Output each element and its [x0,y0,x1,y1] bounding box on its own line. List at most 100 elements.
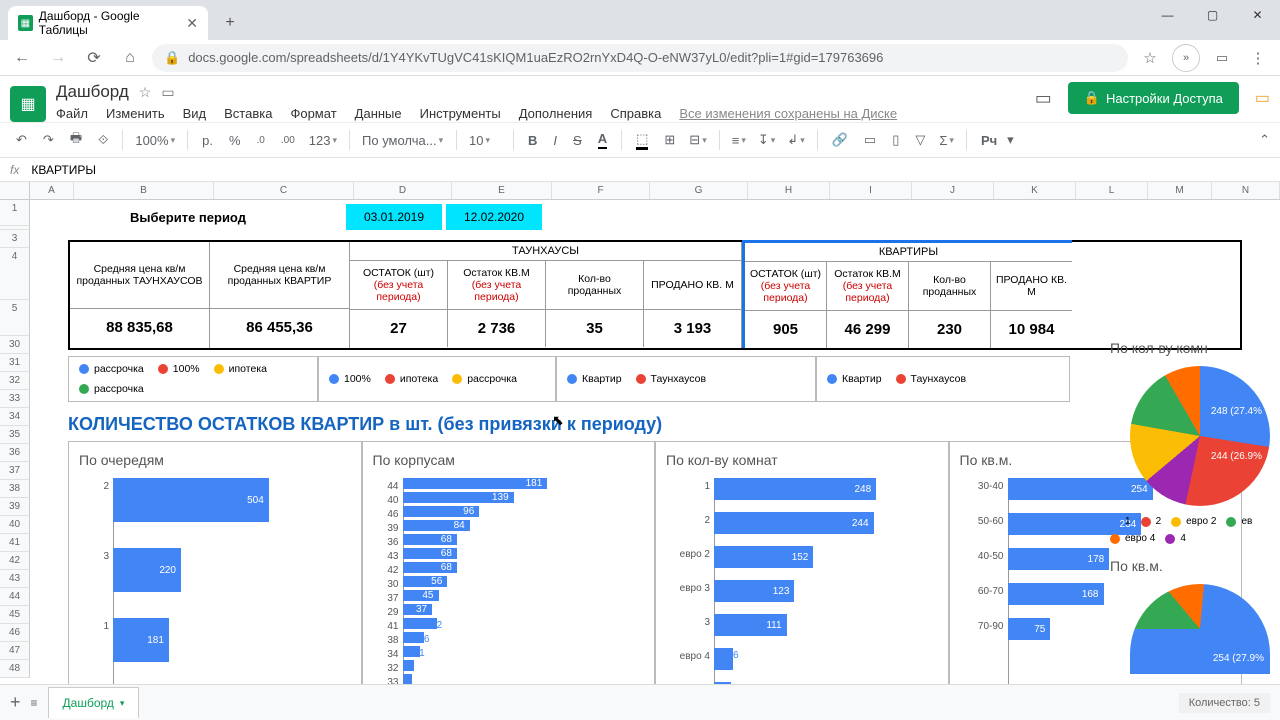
window-minimize[interactable]: — [1145,0,1190,30]
legend-item: ев [1226,516,1252,527]
zoom-select[interactable]: 100%▾ [131,131,179,150]
all-sheets-button[interactable]: ≡ [31,696,38,710]
dec-decimal-button[interactable]: .0 [251,131,271,150]
font-select[interactable]: По умолча...▾ [358,131,448,150]
url-input[interactable]: 🔒 docs.google.com/spreadsheets/d/1Y4YKvT… [152,44,1128,72]
menu-file[interactable]: Файл [56,106,88,121]
legend-item: рассрочка [79,383,144,395]
number-format-select[interactable]: 123▾ [305,131,341,150]
menu-help[interactable]: Справка [610,106,661,121]
comment-button[interactable]: ▭ [858,128,882,152]
home-button[interactable]: ⌂ [116,44,144,72]
menu-format[interactable]: Формат [290,106,336,121]
autosave-status[interactable]: Все изменения сохранены на Диске [679,106,897,121]
account-icon[interactable]: ▭ [1255,88,1270,108]
doc-title[interactable]: Дашборд [56,82,129,102]
chevron-down-icon[interactable]: ▾ [120,698,125,709]
print-button[interactable]: 🖶 [64,125,88,155]
extensions-button[interactable]: » [1172,44,1200,72]
tab-title: Дашборд - Google Таблицы [39,9,180,37]
period-label: Выберите период [30,210,346,225]
legend-item: 2 [1141,516,1162,527]
currency-button[interactable]: р. [196,129,219,152]
sheet-tab[interactable]: Дашборд ▾ [48,687,140,718]
summary-table: Средняя цена кв/м проданных ТАУНХАУСОВ 8… [68,240,1242,350]
spreadsheet-grid[interactable]: ABCDEFGHIJKLMN 1345303132333435363738394… [0,182,1280,200]
pie-chart-icon: 254 (27.9% [1130,584,1270,674]
sheets-favicon: ▦ [18,15,33,31]
profile-button[interactable]: ▭ [1208,44,1236,72]
pie-chart-icon: 248 (27.4% 244 (26.9% [1130,366,1270,506]
fill-color-button[interactable]: ⬚ [630,127,654,154]
browser-menu[interactable]: ⋮ [1244,44,1272,72]
section-title: КОЛИЧЕСТВО ОСТАТКОВ КВАРТИР в шт. (без п… [68,414,1242,435]
inc-decimal-button[interactable]: .00 [275,131,301,150]
valign-button[interactable]: ↧▾ [754,130,779,150]
menu-insert[interactable]: Вставка [224,106,272,121]
new-tab-button[interactable]: + [216,9,244,37]
filter-button[interactable]: ▽ [909,128,931,152]
toolbar: ↶ ↷ 🖶 ⟐ 100%▾ р. % .0 .00 123▾ По умолча… [0,122,1280,158]
comments-button[interactable]: ▭ [1035,88,1052,109]
percent-button[interactable]: % [223,129,247,152]
legend-item: Квартир [827,373,882,385]
legend-item: ипотека [214,363,267,375]
legend-item: Таунхаусов [636,373,706,385]
legend-item: евро 2 [1171,516,1216,527]
window-close[interactable]: ✕ [1235,0,1280,30]
reload-button[interactable]: ⟳ [80,44,108,72]
chart-by-building: По корпусам 4418140139469639843668436842… [362,441,656,719]
halign-button[interactable]: ≡▾ [728,131,750,150]
legend-item: рассрочка [79,363,144,375]
date-from-cell[interactable]: 03.01.2019 [346,204,442,230]
script-button[interactable]: Рч [975,129,1003,152]
collapse-toolbar[interactable]: ⌃ [1259,132,1270,148]
legend-item: Квартир [567,373,622,385]
menu-tools[interactable]: Инструменты [420,106,501,121]
chart-button[interactable]: ▯ [886,128,905,152]
legend-item: 1 [1110,516,1131,527]
menu-data[interactable]: Данные [355,106,402,121]
font-size-select[interactable]: 10▾ [465,131,505,150]
back-button[interactable]: ← [8,44,36,72]
browser-tab[interactable]: ▦ Дашборд - Google Таблицы ✕ [8,6,208,40]
lock-icon: 🔒 [1084,90,1100,106]
formula-bar[interactable]: fx КВАРТИРЫ [0,158,1280,182]
cell-value: 88 835,68 [70,308,209,346]
menu-addons[interactable]: Дополнения [519,106,593,121]
borders-button[interactable]: ⊞ [658,128,681,152]
menu-view[interactable]: Вид [183,106,207,121]
chart-by-queue: По очередям 250432201181 [68,441,362,719]
date-to-cell[interactable]: 12.02.2020 [446,204,542,230]
bookmark-button[interactable]: ☆ [1136,44,1164,72]
col-header: Средняя цена кв/м проданных ТАУНХАУСОВ [70,242,209,308]
menu-edit[interactable]: Изменить [106,106,165,121]
legend-item: ипотека [385,373,438,385]
add-sheet-button[interactable]: + [10,692,21,713]
selection-count[interactable]: Количество: 5 [1179,693,1270,713]
legend-item: Таунхаусов [896,373,966,385]
strike-button[interactable]: S [567,129,588,152]
browser-tab-strip: ▦ Дашборд - Google Таблицы ✕ + — ▢ ✕ [0,0,1280,40]
star-icon[interactable]: ☆ [139,84,152,101]
legend-item: 100% [329,373,371,385]
window-maximize[interactable]: ▢ [1190,0,1235,30]
merge-button[interactable]: ⊟▾ [685,130,710,150]
italic-button[interactable]: I [547,129,563,152]
sheets-logo-icon[interactable]: ▦ [10,86,46,122]
wrap-button[interactable]: ↲▾ [783,130,808,150]
redo-button[interactable]: ↷ [37,128,60,152]
address-bar: ← → ⟳ ⌂ 🔒 docs.google.com/spreadsheets/d… [0,40,1280,76]
bold-button[interactable]: B [522,129,543,152]
link-button[interactable]: 🔗 [826,128,854,152]
paint-format-button[interactable]: ⟐ [92,128,114,152]
functions-button[interactable]: Σ▾ [935,131,958,150]
text-color-button[interactable]: A [592,127,613,153]
share-button[interactable]: 🔒 Настройки Доступа [1068,82,1239,114]
undo-button[interactable]: ↶ [10,128,33,152]
forward-button[interactable]: → [44,44,72,72]
pie-chart-rooms: По кол-ву комн 248 (27.4% 244 (26.9% 12е… [1110,340,1280,684]
charts-row: По очередям 250432201181 По корпусам 441… [68,441,1242,719]
close-icon[interactable]: ✕ [186,15,198,32]
move-folder-icon[interactable]: ▭ [161,84,174,101]
